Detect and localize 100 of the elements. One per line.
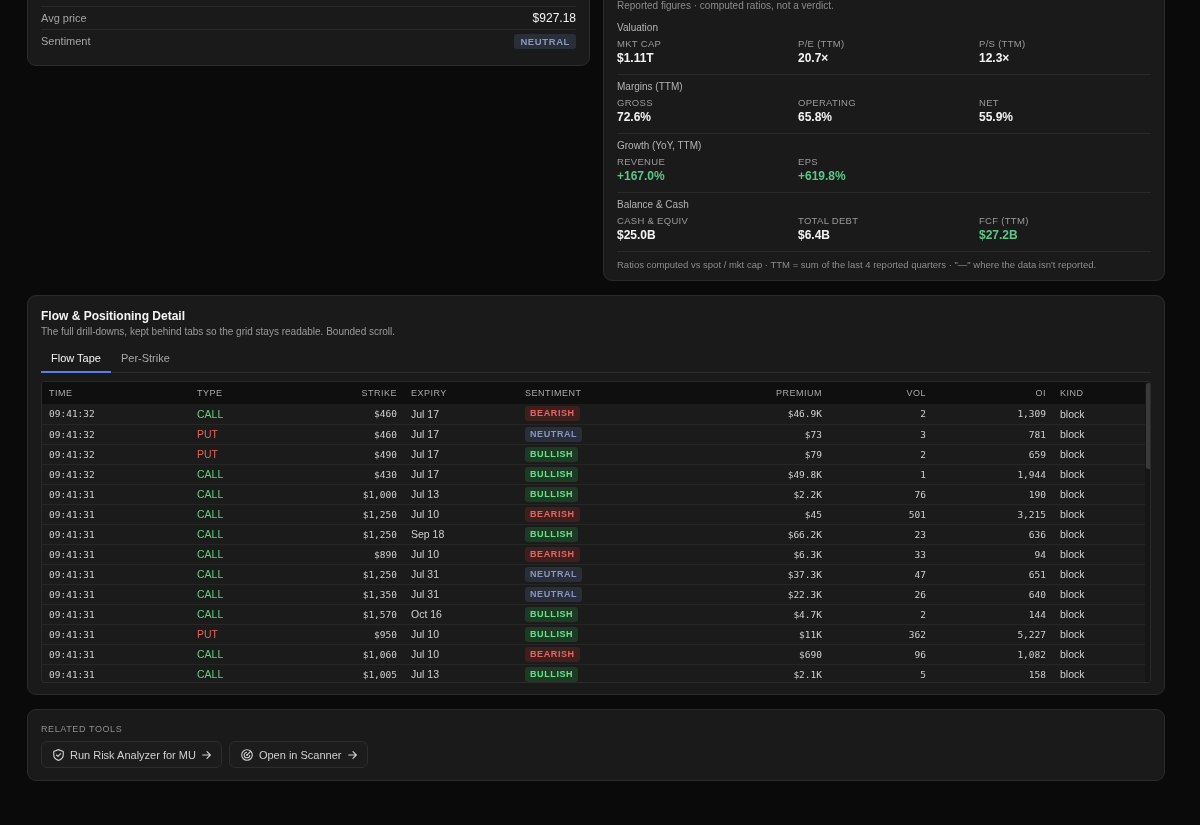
arrow-right-icon	[201, 750, 211, 759]
section-title: Balance & Cash	[617, 199, 690, 210]
table-cell: 09:41:31	[42, 644, 190, 664]
sentiment-badge: BULLISH	[525, 606, 579, 622]
metric-value: +619.8%	[798, 169, 847, 184]
row-value: $927.18	[532, 11, 576, 25]
card-title: Flow & Positioning Detail	[41, 309, 186, 323]
tab[interactable]: Flow Tape	[41, 345, 111, 373]
sentiment-badge: BULLISH	[525, 526, 579, 542]
metric-value: $1.11T	[617, 51, 655, 66]
table-cell: 09:41:31	[42, 624, 190, 644]
column-header: EXPIRY	[404, 382, 518, 404]
card-note: Reported figures · computed ratios, not a verdict.	[617, 0, 835, 12]
table-cell: $1,000	[338, 484, 404, 504]
row-label: Sentiment	[41, 35, 91, 47]
table-cell: $1,250	[338, 564, 404, 584]
table-cell: 501	[829, 504, 933, 524]
table-cell: Jul 10	[404, 544, 518, 564]
table-cell: $1,005	[338, 664, 404, 682]
table-cell: 09:41:31	[42, 604, 190, 624]
metric-value: $27.2B	[979, 228, 1019, 243]
table-cell: $490	[338, 444, 404, 464]
table-cell: $430	[338, 464, 404, 484]
table-cell: PUT	[190, 624, 338, 644]
section-title: Growth (YoY, TTM)	[617, 140, 703, 151]
table-cell: Jul 10	[404, 624, 518, 644]
table-cell: Jul 10	[404, 644, 518, 664]
table-cell: 76	[829, 484, 933, 504]
tool-link-button[interactable]: Run Risk Analyzer for MU	[41, 741, 222, 768]
column-header: STRIKE	[338, 382, 404, 404]
table-cell: 94	[933, 544, 1053, 564]
table-cell: 2	[829, 444, 933, 464]
table-cell: 362	[829, 624, 933, 644]
table-cell: CALL	[190, 484, 338, 504]
table-cell: CALL	[190, 464, 338, 484]
table-cell: $1,570	[338, 604, 404, 624]
table-cell: 09:41:31	[42, 484, 190, 504]
table-cell: $1,060	[338, 644, 404, 664]
tool-link-button[interactable]: Open in Scanner	[228, 741, 368, 768]
table-cell: 09:41:31	[42, 504, 190, 524]
arrow-right-icon	[347, 750, 357, 759]
table-cell: $79	[712, 444, 829, 464]
sentiment-badge: BULLISH	[525, 466, 579, 482]
metric-label: OPERATING	[798, 97, 857, 108]
section-title: Margins (TTM)	[617, 81, 684, 92]
table-cell: 09:41:32	[42, 424, 190, 444]
metric-value: $6.4B	[798, 228, 832, 243]
table-cell: Jul 17	[404, 444, 518, 464]
table-cell: Jul 13	[404, 664, 518, 682]
table-cell: CALL	[190, 504, 338, 524]
table-cell: 1,082	[933, 644, 1053, 664]
table-cell: 651	[933, 564, 1053, 584]
table-cell: 33	[829, 544, 933, 564]
table-cell: 1,309	[933, 404, 1053, 424]
tab[interactable]: Per-Strike	[110, 345, 180, 373]
table-cell: CALL	[190, 664, 338, 682]
section-title: RELATED TOOLS	[41, 724, 124, 735]
column-header: SENTIMENT	[518, 382, 712, 404]
table-cell: $37.3K	[712, 564, 829, 584]
table-cell: 158	[933, 664, 1053, 682]
shield-check-icon	[53, 748, 64, 761]
table-cell: $460	[338, 424, 404, 444]
metric-value: 55.9%	[979, 110, 1015, 125]
sentiment-badge: BEARISH	[525, 646, 580, 662]
sentiment-badge: BULLISH	[525, 446, 579, 462]
sentiment-badge: NEUTRAL	[514, 33, 576, 49]
table-cell: CALL	[190, 404, 338, 424]
table-cell: CALL	[190, 604, 338, 624]
table-cell: 96	[829, 644, 933, 664]
table-cell: 3,215	[933, 504, 1053, 524]
table-cell: $1,250	[338, 524, 404, 544]
table-cell: 09:41:31	[42, 664, 190, 682]
table-cell: 09:41:32	[42, 444, 190, 464]
metric-value: $25.0B	[617, 228, 657, 243]
table-cell: 09:41:32	[42, 464, 190, 484]
sentiment-badge: NEUTRAL	[525, 566, 583, 582]
table-cell: $1,250	[338, 504, 404, 524]
metric-value: 12.3×	[979, 51, 1011, 66]
card-subtitle: The full drill-downs, kept behind tabs so the grid stays readable. Bounded scroll.	[41, 326, 397, 338]
table-cell: $22.3K	[712, 584, 829, 604]
footnote: Ratios computed vs spot / mkt cap · TTM = sum of the last 4 reported quarters · "—" where the data isn't reported.	[617, 258, 1098, 272]
table-cell: 1	[829, 464, 933, 484]
table-cell: 09:41:31	[42, 564, 190, 584]
table-cell: 26	[829, 584, 933, 604]
table-cell: Jul 17	[404, 424, 518, 444]
metric-label: CASH & EQUIV	[617, 215, 690, 226]
sentiment-badge: NEUTRAL	[525, 426, 583, 442]
table-cell: $690	[712, 644, 829, 664]
table-cell: 5,227	[933, 624, 1053, 644]
column-header: PREMIUM	[712, 382, 829, 404]
metric-label: TOTAL DEBT	[798, 215, 860, 226]
table-cell: 47	[829, 564, 933, 584]
metric-label: P/S (TTM)	[979, 38, 1027, 49]
table-cell: Jul 10	[404, 504, 518, 524]
metric-label: EPS	[798, 156, 819, 167]
sentiment-badge: BULLISH	[525, 626, 579, 642]
table-cell: $6.3K	[712, 544, 829, 564]
sentiment-badge: BEARISH	[525, 546, 580, 562]
table-cell: 09:41:32	[42, 404, 190, 424]
metric-value: 65.8%	[798, 110, 834, 125]
